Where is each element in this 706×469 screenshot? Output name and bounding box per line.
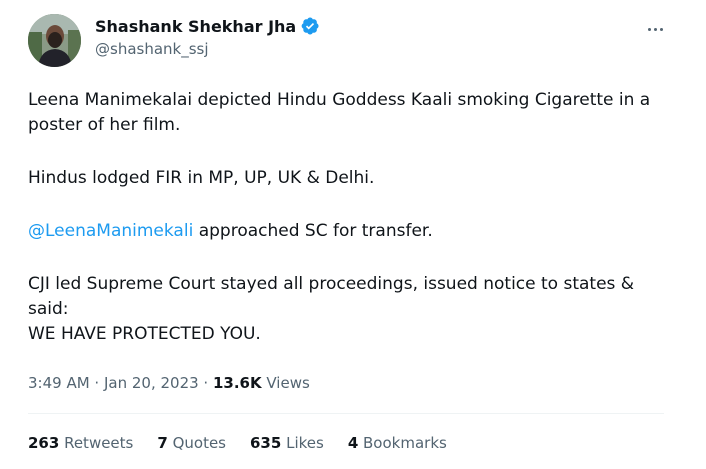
more-icon <box>653 27 657 31</box>
likes-label: Likes <box>281 434 324 452</box>
meta-separator: · <box>89 374 104 392</box>
more-icon <box>647 27 651 31</box>
more-icon <box>659 27 663 31</box>
retweets-stat[interactable]: 263 Retweets <box>28 434 133 452</box>
bookmarks-count: 4 <box>347 434 359 452</box>
quotes-stat[interactable]: 7 Quotes <box>157 434 226 452</box>
more-options-button[interactable] <box>640 14 670 44</box>
quotes-label: Quotes <box>167 434 226 452</box>
retweets-count: 263 <box>28 434 60 452</box>
tweet-time[interactable]: 3:49 AM <box>28 374 90 392</box>
tweet-card: Shashank Shekhar Jha @shashank_ssj Leena… <box>0 0 706 469</box>
tweet-paragraph-text: approached SC for transfer. <box>193 221 433 241</box>
tweet-meta: 3:49 AM · Jan 20, 2023 · 13.6K Views <box>28 374 310 392</box>
tweet-text: Leena Manimekalai depicted Hindu Goddess… <box>28 88 668 347</box>
divider <box>28 413 664 414</box>
meta-separator: · <box>198 374 213 392</box>
tweet-paragraph: Hindus lodged FIR in MP, UP, UK & Delhi. <box>28 168 375 188</box>
bookmarks-stat[interactable]: 4 Bookmarks <box>348 434 447 452</box>
views-count: 13.6K <box>212 374 262 392</box>
tweet-paragraph: Leena Manimekalai depicted Hindu Goddess… <box>28 90 651 135</box>
likes-count: 635 <box>250 434 282 452</box>
tweet-paragraph: @LeenaManimekali approached SC for trans… <box>28 219 668 244</box>
author-display-name[interactable]: Shashank Shekhar Jha <box>95 17 296 36</box>
tweet-paragraph: CJI led Supreme Court stayed all proceed… <box>28 274 635 319</box>
tweet-paragraph: WE HAVE PROTECTED YOU. <box>28 324 261 344</box>
quotes-count: 7 <box>157 434 168 452</box>
retweets-label: Retweets <box>59 434 134 452</box>
mention-link[interactable]: @LeenaManimekali <box>28 221 193 241</box>
tweet-date[interactable]: Jan 20, 2023 <box>104 374 199 392</box>
engagement-stats: 263 Retweets 7 Quotes 635 Likes 4 Bookma… <box>28 434 471 452</box>
bookmarks-label: Bookmarks <box>358 434 447 452</box>
avatar-photo-icon <box>28 14 81 67</box>
views-label: Views <box>261 374 310 392</box>
author-handle[interactable]: @shashank_ssj <box>95 40 209 58</box>
verified-badge-icon <box>300 16 320 36</box>
avatar[interactable] <box>28 14 81 67</box>
author-name[interactable]: Shashank Shekhar Jha <box>95 16 320 36</box>
likes-stat[interactable]: 635 Likes <box>250 434 324 452</box>
